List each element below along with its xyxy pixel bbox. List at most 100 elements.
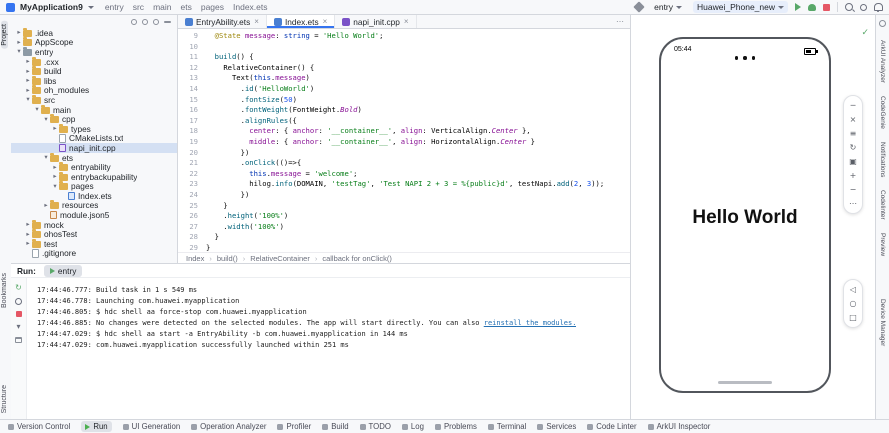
- stop-button[interactable]: [823, 4, 830, 11]
- bottombar-item-version-control[interactable]: Version Control: [8, 422, 70, 431]
- tree-item-entryability[interactable]: ▸entryability: [11, 162, 177, 172]
- rotate-icon[interactable]: ↻: [850, 143, 857, 152]
- chevron-icon[interactable]: ▸: [15, 28, 23, 37]
- chevron-icon[interactable]: ▸: [24, 57, 32, 66]
- collapse-all-icon[interactable]: [164, 21, 171, 23]
- tab-options-icon[interactable]: ⋯: [610, 17, 630, 26]
- chevron-icon[interactable]: ▸: [51, 163, 59, 172]
- options-icon[interactable]: [142, 19, 148, 25]
- chevron-icon[interactable]: ▾: [15, 47, 23, 56]
- tree-item-napi-init-cpp[interactable]: napi_init.cpp: [11, 143, 177, 153]
- editor-tab-napi-init-cpp[interactable]: napi_init.cpp×: [335, 15, 416, 28]
- toolwindow-structure[interactable]: Structure: [1, 385, 8, 413]
- settings-icon[interactable]: [153, 19, 159, 25]
- bottombar-item-code-linter[interactable]: Code Linter: [587, 422, 636, 431]
- bottombar-item-build[interactable]: Build: [322, 422, 348, 431]
- chevron-icon[interactable]: ▾: [24, 95, 32, 104]
- chevron-icon[interactable]: ▸: [15, 38, 23, 47]
- bottombar-item-operation-analyzer[interactable]: Operation Analyzer: [191, 422, 266, 431]
- scroll-down-icon[interactable]: ▾: [16, 323, 20, 331]
- breadcrumb-item-index[interactable]: Index: [186, 254, 204, 263]
- settings-icon[interactable]: [15, 298, 22, 305]
- more-icon[interactable]: ⋯: [849, 199, 857, 208]
- toolwindow-preview[interactable]: Preview: [879, 233, 886, 256]
- chevron-icon[interactable]: ▸: [51, 124, 59, 133]
- bottombar-item-todo[interactable]: TODO: [360, 422, 391, 431]
- tree-item-entrybackupability[interactable]: ▸entrybackupability: [11, 172, 177, 182]
- chevron-icon[interactable]: ▾: [51, 182, 59, 191]
- breadcrumb-item-src[interactable]: src: [133, 2, 144, 12]
- breadcrumb-item-relativecontainer[interactable]: RelativeContainer: [250, 254, 310, 263]
- bottombar-item-profiler[interactable]: Profiler: [277, 422, 311, 431]
- tree-item-cmakelists-txt[interactable]: CMakeLists.txt: [11, 134, 177, 144]
- breadcrumb-item-ets[interactable]: ets: [181, 2, 192, 12]
- chevron-icon[interactable]: ▾: [42, 115, 50, 124]
- breadcrumb-item-main[interactable]: main: [153, 2, 171, 12]
- tree-item-gitignore[interactable]: .gitignore: [11, 249, 177, 259]
- notifications-icon[interactable]: [874, 3, 883, 11]
- run-config-selector[interactable]: entry: [650, 1, 686, 13]
- close-icon[interactable]: ×: [323, 17, 328, 26]
- chevron-icon[interactable]: ▸: [24, 86, 32, 95]
- search-icon[interactable]: [845, 3, 853, 11]
- close-icon[interactable]: ×: [404, 17, 409, 26]
- console-output[interactable]: 17:44:46.777: Build task in 1 s 549 ms17…: [27, 278, 576, 419]
- bottombar-item-terminal[interactable]: Terminal: [488, 422, 526, 431]
- back-icon[interactable]: ◁: [850, 285, 856, 294]
- bottombar-item-ui-generation[interactable]: UI Generation: [123, 422, 181, 431]
- screenshot-icon[interactable]: ▣: [849, 157, 857, 166]
- chevron-icon[interactable]: ▸: [24, 67, 32, 76]
- tree-item-pages[interactable]: ▾pages: [11, 182, 177, 192]
- project-name[interactable]: MyApplication9: [20, 2, 83, 12]
- close-icon[interactable]: ×: [850, 115, 857, 124]
- bottombar-item-run[interactable]: Run: [81, 421, 111, 432]
- locate-file-icon[interactable]: [131, 19, 137, 25]
- bottombar-item-services[interactable]: Services: [537, 422, 576, 431]
- editor-tab-index-ets[interactable]: Index.ets×: [267, 15, 335, 28]
- tree-item-cpp[interactable]: ▾cpp: [11, 114, 177, 124]
- breadcrumb-item-entry[interactable]: entry: [105, 2, 124, 12]
- toolwindow-codegenie[interactable]: CodeGenie: [879, 96, 886, 129]
- deveco-logo-icon[interactable]: [6, 3, 15, 12]
- toolwindow-arkui-analyzer[interactable]: ArkUI Analyzer: [879, 40, 886, 83]
- minimize-icon[interactable]: ─: [851, 101, 856, 110]
- stop-icon[interactable]: [16, 311, 22, 317]
- tree-item-ohostest[interactable]: ▸ohosTest: [11, 229, 177, 239]
- volume-up-icon[interactable]: +: [850, 171, 857, 180]
- breadcrumb-item-callback-for-onclick[interactable]: callback for onClick(): [322, 254, 392, 263]
- settings-icon[interactable]: [860, 4, 867, 11]
- bottombar-item-log[interactable]: Log: [402, 422, 424, 431]
- app-hello-text[interactable]: Hello World: [661, 207, 829, 229]
- chevron-icon[interactable]: ▸: [24, 76, 32, 85]
- rerun-icon[interactable]: ↻: [15, 284, 22, 292]
- breadcrumb-item-build[interactable]: build(): [217, 254, 238, 263]
- menu-icon[interactable]: ≡: [850, 129, 857, 138]
- home-icon[interactable]: ○: [850, 299, 857, 308]
- bottombar-item-arkui-inspector[interactable]: ArkUI Inspector: [648, 422, 711, 431]
- breadcrumb-item-index-ets[interactable]: Index.ets: [233, 2, 268, 12]
- chevron-icon[interactable]: ▾: [42, 153, 50, 162]
- chevron-icon[interactable]: ▸: [24, 230, 32, 239]
- tool-strip-icon[interactable]: [879, 20, 886, 27]
- bottombar-item-problems[interactable]: Problems: [435, 422, 477, 431]
- tree-item-main[interactable]: ▾main: [11, 105, 177, 115]
- volume-down-icon[interactable]: −: [850, 185, 857, 194]
- toolwindow-device-manager[interactable]: Device Manager: [879, 299, 886, 346]
- tree-item-appscope[interactable]: ▸AppScope: [11, 38, 177, 48]
- tree-item-cxx[interactable]: ▸.cxx: [11, 57, 177, 67]
- tree-item-test[interactable]: ▸test: [11, 239, 177, 249]
- chevron-icon[interactable]: ▸: [24, 220, 32, 229]
- toolwindow-notifications[interactable]: Notifications: [879, 142, 886, 177]
- run-tab-entry[interactable]: entry: [44, 265, 82, 277]
- tree-item-ets[interactable]: ▾ets: [11, 153, 177, 163]
- tree-item-resources[interactable]: ▸resources: [11, 201, 177, 211]
- tree-item-module-json5[interactable]: module.json5: [11, 210, 177, 220]
- tree-item-index-ets[interactable]: Index.ets: [11, 191, 177, 201]
- code-area[interactable]: 9 @State message: string = 'Hello World'…: [178, 29, 630, 253]
- tree-item-src[interactable]: ▾src: [11, 95, 177, 105]
- tree-item-entry[interactable]: ▾entry: [11, 47, 177, 57]
- clear-console-icon[interactable]: [15, 337, 22, 343]
- close-icon[interactable]: ×: [254, 17, 259, 26]
- recents-icon[interactable]: □: [849, 313, 857, 322]
- tree-item-oh-modules[interactable]: ▸oh_modules: [11, 86, 177, 96]
